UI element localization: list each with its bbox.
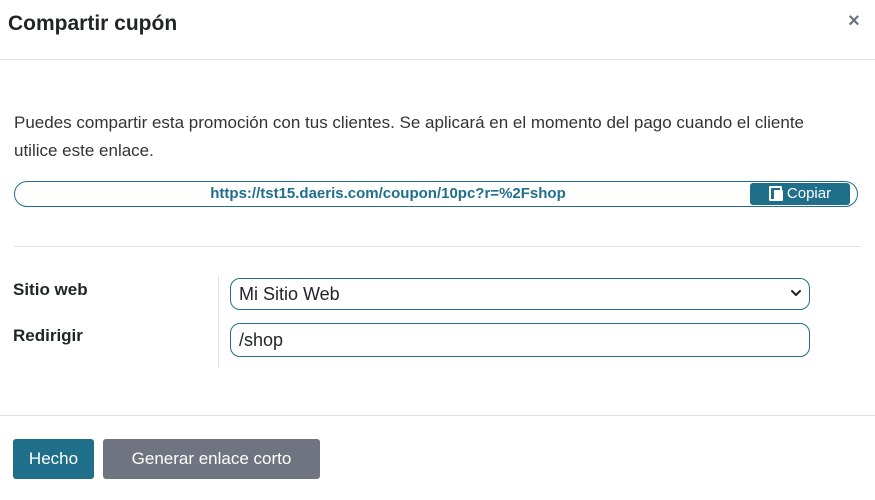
redirect-label: Redirigir bbox=[13, 326, 83, 345]
copy-button[interactable]: Copiar bbox=[750, 183, 850, 205]
section-divider bbox=[14, 246, 860, 247]
dialog-title: Compartir cupón bbox=[8, 12, 178, 35]
close-icon[interactable]: × bbox=[843, 10, 865, 32]
dialog-header: Compartir cupón × bbox=[0, 0, 875, 60]
website-select[interactable]: Mi Sitio Web bbox=[230, 278, 810, 310]
generate-short-link-button[interactable]: Generar enlace corto bbox=[103, 439, 320, 479]
form-separator bbox=[218, 276, 219, 368]
website-label: Sitio web bbox=[13, 280, 88, 299]
share-link-box: https://tst15.daeris.com/coupon/10pc?r=%… bbox=[14, 181, 858, 207]
share-link-url[interactable]: https://tst15.daeris.com/coupon/10pc?r=%… bbox=[15, 182, 761, 206]
copy-icon bbox=[768, 186, 783, 201]
footer-divider bbox=[0, 415, 875, 416]
share-description: Puedes compartir esta promoción con tus … bbox=[14, 113, 805, 160]
chevron-down-icon bbox=[791, 290, 801, 296]
copy-button-label: Copiar bbox=[786, 185, 832, 202]
done-button[interactable]: Hecho bbox=[13, 439, 94, 479]
redirect-input[interactable] bbox=[230, 323, 810, 357]
website-select-value: Mi Sitio Web bbox=[239, 284, 340, 304]
share-coupon-dialog: Compartir cupón × Puedes compartir esta … bbox=[0, 0, 875, 500]
